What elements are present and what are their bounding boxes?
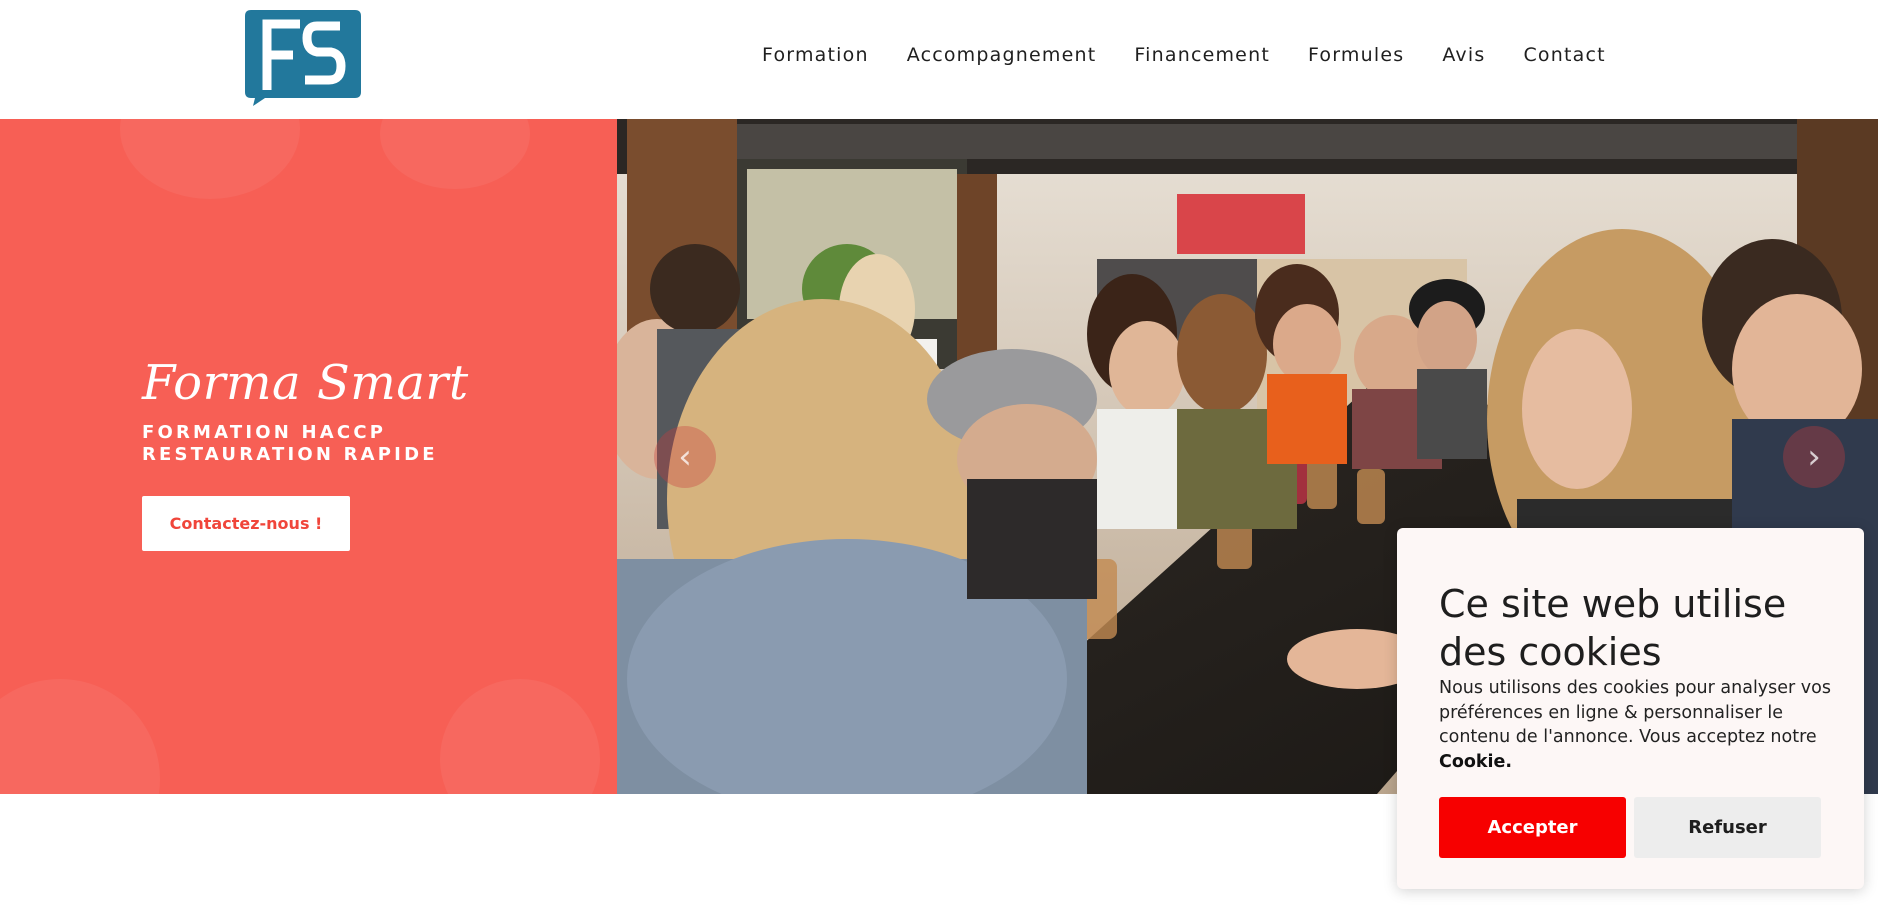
nav-avis[interactable]: Avis (1442, 44, 1485, 66)
decorative-shape (380, 119, 530, 189)
cookie-policy-link[interactable]: Cookie. (1439, 752, 1512, 772)
nav-financement[interactable]: Financement (1134, 44, 1270, 66)
accept-cookies-button[interactable]: Accepter (1439, 797, 1626, 858)
hero-subtitle: FORMATION HACCP RESTAURATION RAPIDE (142, 422, 438, 466)
cookie-title: Ce site web utilise des cookies (1439, 582, 1787, 674)
main-nav: Formation Accompagnement Financement For… (762, 44, 1606, 66)
cookie-text: Nous utilisons des cookies pour analyser… (1439, 678, 1831, 747)
slider-next-button[interactable]: › (1783, 426, 1845, 488)
refuse-cookies-button[interactable]: Refuser (1634, 797, 1821, 858)
hero-text-panel: Forma Smart FORMATION HACCP RESTAURATION… (0, 119, 617, 794)
nav-contact[interactable]: Contact (1523, 44, 1605, 66)
cookie-consent-banner: Ce site web utilise des cookies Nous uti… (1397, 528, 1864, 889)
hero-subtitle-line: RESTAURATION RAPIDE (142, 444, 438, 465)
nav-accompagnement[interactable]: Accompagnement (907, 44, 1097, 66)
hero-subtitle-line: FORMATION HACCP (142, 422, 387, 443)
site-logo[interactable] (245, 10, 361, 106)
decorative-shape (0, 679, 160, 794)
slider-prev-button[interactable]: ‹ (654, 426, 716, 488)
site-header: Formation Accompagnement Financement For… (0, 0, 1878, 119)
hero-brand-title: Forma Smart (142, 355, 469, 411)
decorative-shape (440, 679, 600, 794)
cookie-description: Nous utilisons des cookies pour analyser… (1439, 676, 1839, 774)
contact-cta-button[interactable]: Contactez-nous ! (142, 496, 350, 551)
decorative-shape (120, 119, 300, 199)
nav-formules[interactable]: Formules (1308, 44, 1404, 66)
nav-formation[interactable]: Formation (762, 44, 869, 66)
fs-logo-icon (245, 10, 361, 106)
